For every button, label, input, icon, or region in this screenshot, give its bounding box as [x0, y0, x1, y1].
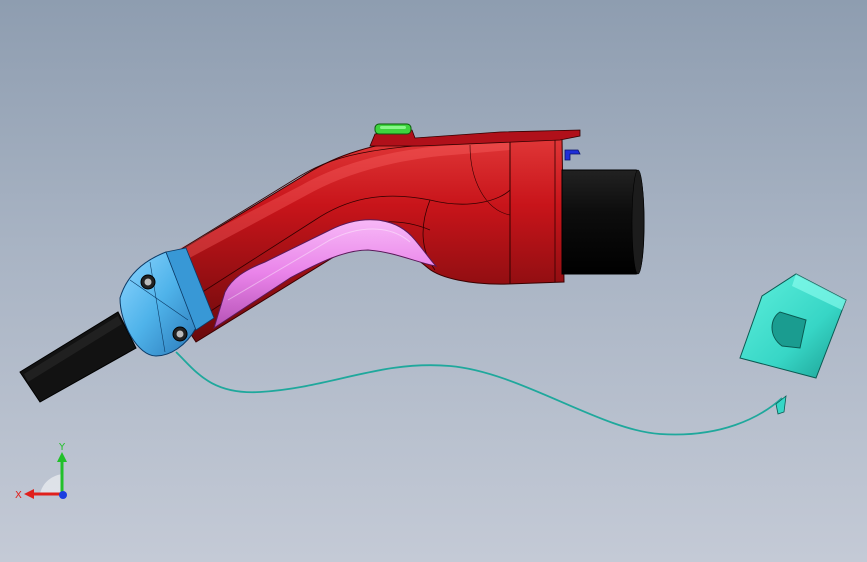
release-button[interactable] — [374, 123, 412, 135]
collar-screw-top — [140, 274, 156, 290]
coordinate-triad: Y X — [15, 442, 67, 501]
charging-cable[interactable] — [19, 311, 137, 403]
protective-cap[interactable] — [739, 273, 847, 415]
z-axis-dot — [59, 491, 67, 499]
triad-plane — [40, 474, 62, 494]
x-axis-label: X — [15, 490, 22, 501]
model-scene[interactable] — [0, 0, 867, 562]
y-axis-arrowhead — [57, 452, 67, 462]
graphics-viewport[interactable]: Y X — [0, 0, 867, 562]
collar-screw-bottom — [172, 326, 188, 342]
latch-hook — [564, 149, 581, 161]
x-axis-arrowhead — [24, 489, 34, 499]
connector-nozzle[interactable] — [561, 169, 645, 275]
y-axis-label: Y — [58, 442, 66, 453]
tether-cord — [175, 351, 783, 436]
